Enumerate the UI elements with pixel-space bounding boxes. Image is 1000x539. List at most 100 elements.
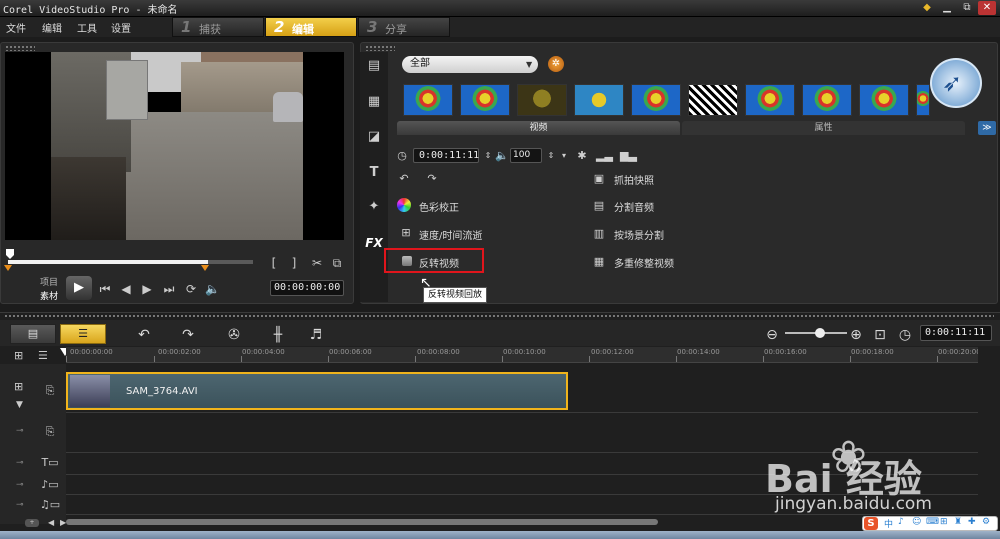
zoom-slider-thumb[interactable] xyxy=(815,328,825,338)
library-thumbnail[interactable] xyxy=(631,84,681,116)
minimize-button[interactable]: ▁ xyxy=(938,1,956,15)
scroll-left-icon[interactable]: ◀ xyxy=(48,518,54,527)
mark-out-button[interactable]: ] xyxy=(288,256,300,270)
ime-skin-icon[interactable]: ♜ xyxy=(954,517,962,527)
mark-in-handle[interactable] xyxy=(4,265,12,271)
menu-tools[interactable]: 工具 xyxy=(77,20,97,35)
add-track-icon[interactable]: + xyxy=(25,519,39,527)
option-color-correction[interactable]: 色彩校正 xyxy=(419,199,459,214)
graphic-icon[interactable]: ✦ xyxy=(364,198,384,216)
option-split-by-scene[interactable]: 按场景分割 xyxy=(614,227,664,242)
preview-timecode[interactable]: 00:00:00:00 xyxy=(270,280,344,296)
library-thumbnail[interactable] xyxy=(688,84,738,116)
ime-plus-icon[interactable]: ✚ xyxy=(968,517,976,527)
chapter-icon[interactable]: ☰ xyxy=(38,349,48,362)
tab-edit[interactable]: 2 编辑 xyxy=(265,17,357,37)
fade-in-icon[interactable]: ▂▃ xyxy=(596,149,613,163)
library-thumbnail[interactable] xyxy=(802,84,852,116)
tab-video[interactable]: 视频 xyxy=(397,121,680,135)
chevron-down-icon[interactable]: ▼ xyxy=(526,56,532,73)
timeline-scrollbar[interactable] xyxy=(66,519,658,525)
media-icon[interactable]: ▤ xyxy=(364,57,384,75)
tab-capture[interactable]: 1 捕获 xyxy=(172,17,264,37)
transition-icon[interactable]: ◪ xyxy=(364,128,384,146)
option-speed-timelapse[interactable]: 速度/时间流逝 xyxy=(419,227,482,242)
title-icon[interactable]: T xyxy=(364,164,384,182)
video-track-icon[interactable]: ⎘ xyxy=(38,383,62,399)
rotate-left-icon[interactable]: ↶ xyxy=(396,172,412,186)
music-track-icon[interactable]: ♫▭ xyxy=(38,497,62,513)
sound-mixer-icon[interactable]: ╫ xyxy=(268,325,288,345)
sogou-logo-icon[interactable]: S xyxy=(864,517,878,530)
option-split-audio[interactable]: 分割音频 xyxy=(614,199,654,214)
library-thumbnail[interactable] xyxy=(403,84,453,116)
duration-input[interactable]: 0:00:11:11 xyxy=(413,148,479,163)
volume-dropdown[interactable]: ▾ xyxy=(556,149,572,163)
panel-grip[interactable] xyxy=(5,45,35,51)
track-enable-icon[interactable]: ⊸ xyxy=(16,500,24,510)
track-enable-icon[interactable]: ⊸ xyxy=(16,458,24,468)
panel-grip[interactable] xyxy=(4,314,994,319)
menu-edit[interactable]: 编辑 xyxy=(42,20,62,35)
close-button[interactable]: ✕ xyxy=(978,1,996,15)
zoom-out-icon[interactable]: ⊖ xyxy=(762,325,782,345)
track-manager-icon[interactable]: ⊞ xyxy=(14,349,23,362)
library-thumbnail[interactable] xyxy=(916,84,930,116)
cut-icon[interactable]: ✂ xyxy=(310,256,324,270)
overlay-track-icon[interactable]: ⎘ xyxy=(38,424,62,440)
ime-keyboard-icon[interactable]: ⌨ xyxy=(926,517,939,527)
volume-input[interactable]: 100 xyxy=(510,148,542,163)
play-button[interactable]: ▶ xyxy=(66,276,92,300)
volume-icon[interactable]: 🔈 xyxy=(205,282,220,296)
record-capture-icon[interactable]: ✇ xyxy=(224,325,244,345)
chevron-down-icon[interactable]: ▼ xyxy=(16,400,23,410)
ime-toolbox-icon[interactable]: ⊞ xyxy=(940,517,948,527)
option-multi-trim[interactable]: 多重修整视频 xyxy=(614,255,674,270)
voice-track-icon[interactable]: ♪▭ xyxy=(38,477,62,493)
ime-settings-icon[interactable]: ⚙ xyxy=(982,517,990,527)
library-thumbnail[interactable] xyxy=(745,84,795,116)
mode-project[interactable]: 项目 xyxy=(40,275,58,288)
timeline-view-button[interactable]: ☰ xyxy=(60,324,106,344)
mode-clip[interactable]: 素材 xyxy=(40,289,58,302)
expand-options-icon[interactable]: ≫ xyxy=(978,121,996,135)
panel-grip[interactable] xyxy=(365,45,395,51)
prev-frame-icon[interactable]: ◀ xyxy=(119,282,133,296)
library-thumbnail[interactable] xyxy=(859,84,909,116)
library-thumbnail[interactable] xyxy=(460,84,510,116)
track-enable-icon[interactable]: ⊸ xyxy=(16,426,24,436)
enlarge-icon[interactable]: ⧉ xyxy=(330,256,344,271)
tab-attributes[interactable]: 属性 xyxy=(682,121,965,135)
menu-file[interactable]: 文件 xyxy=(6,20,26,35)
tab-share[interactable]: 3 分享 xyxy=(358,17,450,37)
fit-project-icon[interactable]: ⊡ xyxy=(870,325,890,345)
track-enable-icon[interactable]: ⊸ xyxy=(16,480,24,490)
mute-icon[interactable]: ✱ xyxy=(574,149,590,163)
fade-out-icon[interactable]: ▆▃ xyxy=(620,149,637,163)
library-filter-dropdown[interactable]: 全部 xyxy=(402,56,538,73)
library-thumbnail[interactable] xyxy=(517,84,567,116)
storyboard-view-button[interactable]: ▤ xyxy=(10,324,56,344)
go-start-icon[interactable]: ⏮ xyxy=(98,282,112,297)
rotate-right-icon[interactable]: ↷ xyxy=(424,172,440,186)
undo-icon[interactable]: ↶ xyxy=(134,325,154,345)
go-end-icon[interactable]: ⏭ xyxy=(162,282,176,297)
ime-chinese-mode[interactable]: 中 xyxy=(884,517,893,530)
library-options-icon[interactable]: ✲ xyxy=(548,56,564,72)
repeat-icon[interactable]: ⟳ xyxy=(184,282,198,296)
mark-in-button[interactable]: [ xyxy=(268,256,280,270)
title-track-icon[interactable]: T▭ xyxy=(38,455,62,471)
option-snapshot[interactable]: 抓拍快照 xyxy=(614,172,654,187)
restore-button[interactable]: ⧉ xyxy=(958,1,976,15)
zoom-in-icon[interactable]: ⊕ xyxy=(846,325,866,345)
project-timecode[interactable]: 0:00:11:11 xyxy=(920,325,992,341)
timeline-ruler[interactable]: 00:00:00:00 00:00:02:00 00:00:04:00 00:0… xyxy=(66,347,978,363)
instant-project-icon[interactable]: ▦ xyxy=(364,93,384,111)
track-lock-icon[interactable]: ⊞ xyxy=(14,380,23,393)
ime-emoji-icon[interactable]: ☺ xyxy=(912,517,921,527)
mark-out-handle[interactable] xyxy=(201,265,209,271)
library-thumbnail[interactable] xyxy=(574,84,624,116)
auto-music-icon[interactable]: ♬ xyxy=(306,325,326,345)
fx-filter-icon[interactable]: FX xyxy=(364,234,384,252)
menu-settings[interactable]: 设置 xyxy=(111,20,131,35)
